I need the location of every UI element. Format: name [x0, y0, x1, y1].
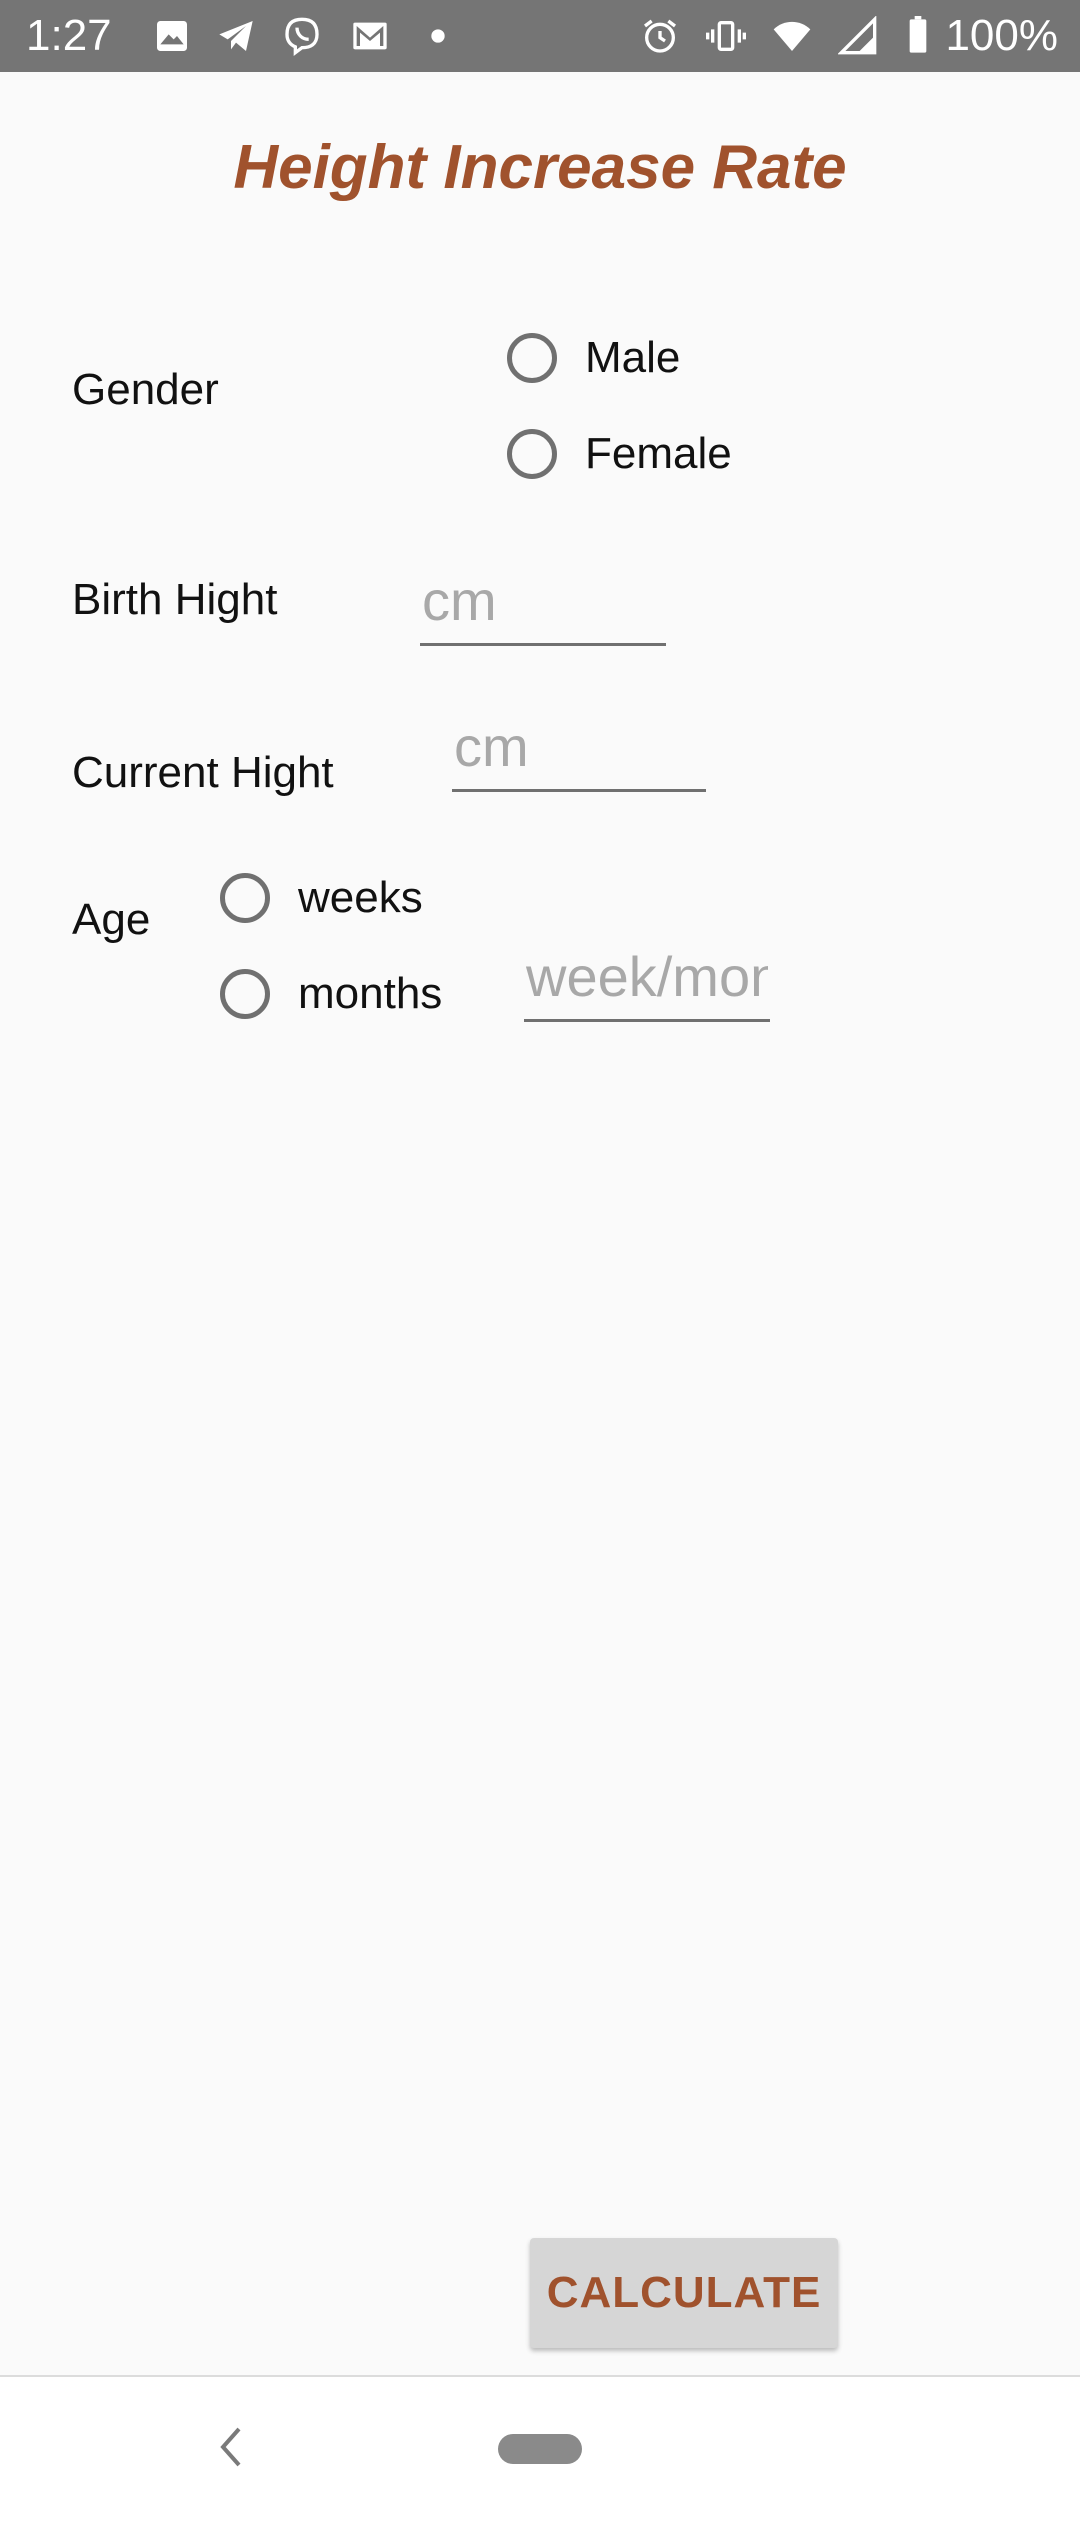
age-label: Age	[72, 895, 151, 944]
age-radio-months[interactable]: months	[220, 966, 442, 1022]
gender-label: Gender	[72, 365, 219, 414]
radio-label: months	[298, 969, 443, 1018]
age-radio-weeks[interactable]: weeks	[220, 870, 423, 926]
radio-circle[interactable]	[507, 333, 557, 383]
gender-radio-female[interactable]: Female	[507, 426, 732, 482]
battery-percentage: 100%	[945, 11, 1058, 60]
gmail-icon	[350, 16, 390, 56]
age-input[interactable]	[524, 942, 770, 1022]
dot-icon	[418, 16, 458, 56]
current-height-input[interactable]	[452, 712, 706, 792]
home-pill-icon[interactable]	[498, 2434, 582, 2464]
current-height-label: Current Hight	[72, 748, 334, 797]
radio-label: weeks	[298, 873, 423, 922]
battery-icon	[898, 16, 938, 56]
alarm-icon	[640, 16, 680, 56]
radio-label: Female	[585, 429, 732, 478]
viber-icon	[282, 16, 322, 56]
birth-height-input[interactable]	[420, 566, 666, 646]
gender-radio-male[interactable]: Male	[507, 330, 680, 386]
image-icon	[152, 16, 192, 56]
wifi-icon	[772, 16, 812, 56]
radio-circle[interactable]	[220, 969, 270, 1019]
status-bar: 1:27 100%	[0, 0, 1080, 72]
radio-circle[interactable]	[220, 873, 270, 923]
status-time: 1:27	[26, 11, 112, 60]
navigation-bar	[0, 2375, 1080, 2522]
radio-label: Male	[585, 333, 681, 382]
back-icon[interactable]	[205, 2417, 255, 2477]
calculate-button[interactable]: CALCULATE	[530, 2238, 838, 2348]
telegram-icon	[216, 16, 256, 56]
birth-height-label: Birth Hight	[72, 575, 278, 624]
signal-icon	[838, 16, 878, 56]
radio-circle[interactable]	[507, 429, 557, 479]
vibrate-icon	[706, 16, 746, 56]
page-title: Height Increase Rate	[233, 133, 847, 202]
